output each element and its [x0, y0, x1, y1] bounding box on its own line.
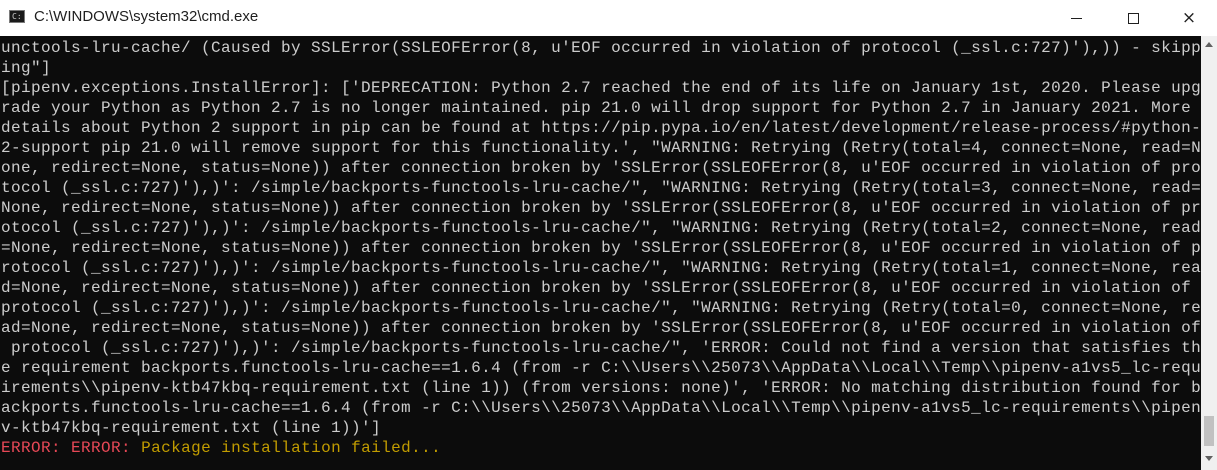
- console-line: None, redirect=None, status=None)) after…: [1, 199, 1201, 217]
- console-line: ing"]: [1, 59, 52, 77]
- window-title: C:\WINDOWS\system32\cmd.exe: [34, 8, 259, 25]
- console-line: details about Python 2 support in pip ca…: [1, 119, 1201, 137]
- prompt-glyph: C:: [12, 12, 22, 21]
- error-message: Package installation failed...: [141, 439, 442, 457]
- minimize-button[interactable]: [1053, 0, 1099, 36]
- error-separator: :: [51, 439, 72, 457]
- console-line: d=None, redirect=None, status=None)) aft…: [1, 279, 1192, 297]
- console-line: 2-support pip 21.0 will remove support f…: [1, 139, 1201, 157]
- final-error-line: ERROR: ERROR: Package installation faile…: [1, 438, 1201, 458]
- minimize-icon: [1070, 17, 1082, 19]
- console-line: =None, redirect=None, status=None)) afte…: [1, 239, 1201, 257]
- maximize-icon: [1127, 12, 1139, 24]
- console-line: irements\\pipenv-ktb47kbq-requirement.tx…: [1, 379, 1201, 397]
- close-icon: ×: [1181, 7, 1197, 28]
- console-line: protocol (_ssl.c:727)'),)': /simple/back…: [1, 339, 1201, 357]
- console-line: rade your Python as Python 2.7 is no lon…: [1, 99, 1192, 117]
- error-separator-2: :: [121, 439, 142, 457]
- console-line: ackports.functools-lru-cache==1.6.4 (fro…: [1, 399, 1201, 417]
- cmd-icon: C:: [9, 10, 25, 23]
- console-line: v-ktb47kbq-requirement.txt (line 1))']: [1, 419, 382, 437]
- console-output[interactable]: ERROR: ERROR: Package installation faile…: [0, 36, 1201, 470]
- console-line: e requirement backports.functools-lru-ca…: [1, 359, 1201, 377]
- close-button[interactable]: ×: [1166, 0, 1212, 36]
- console-line: rotocol (_ssl.c:727)'),)': /simple/backp…: [1, 259, 1201, 277]
- error-label-2: ERROR: [71, 439, 122, 457]
- console-line: tocol (_ssl.c:727)'),)': /simple/backpor…: [1, 179, 1201, 197]
- title-bar[interactable]: C: C:\WINDOWS\system32\cmd.exe ×: [0, 0, 1217, 37]
- console-line: unctools-lru-cache/ (Caused by SSLError(…: [1, 39, 1201, 57]
- console-line: protocol (_ssl.c:727)'),)': /simple/back…: [1, 299, 1201, 317]
- console-line: ad=None, redirect=None, status=None)) af…: [1, 319, 1201, 337]
- scroll-up-icon[interactable]: [1205, 42, 1213, 47]
- error-label: ERROR: [1, 439, 52, 457]
- console-line: [pipenv.exceptions.InstallError]: ['DEPR…: [1, 79, 1201, 97]
- console-line: otocol (_ssl.c:727)'),)': /simple/backpo…: [1, 219, 1201, 237]
- console-line: one, redirect=None, status=None)) after …: [1, 159, 1201, 177]
- vertical-scrollbar[interactable]: [1201, 36, 1217, 470]
- cmd-window: C: C:\WINDOWS\system32\cmd.exe × ERROR: …: [0, 0, 1217, 470]
- maximize-button[interactable]: [1110, 0, 1156, 36]
- scroll-down-icon[interactable]: [1205, 456, 1213, 461]
- scroll-thumb[interactable]: [1204, 416, 1214, 446]
